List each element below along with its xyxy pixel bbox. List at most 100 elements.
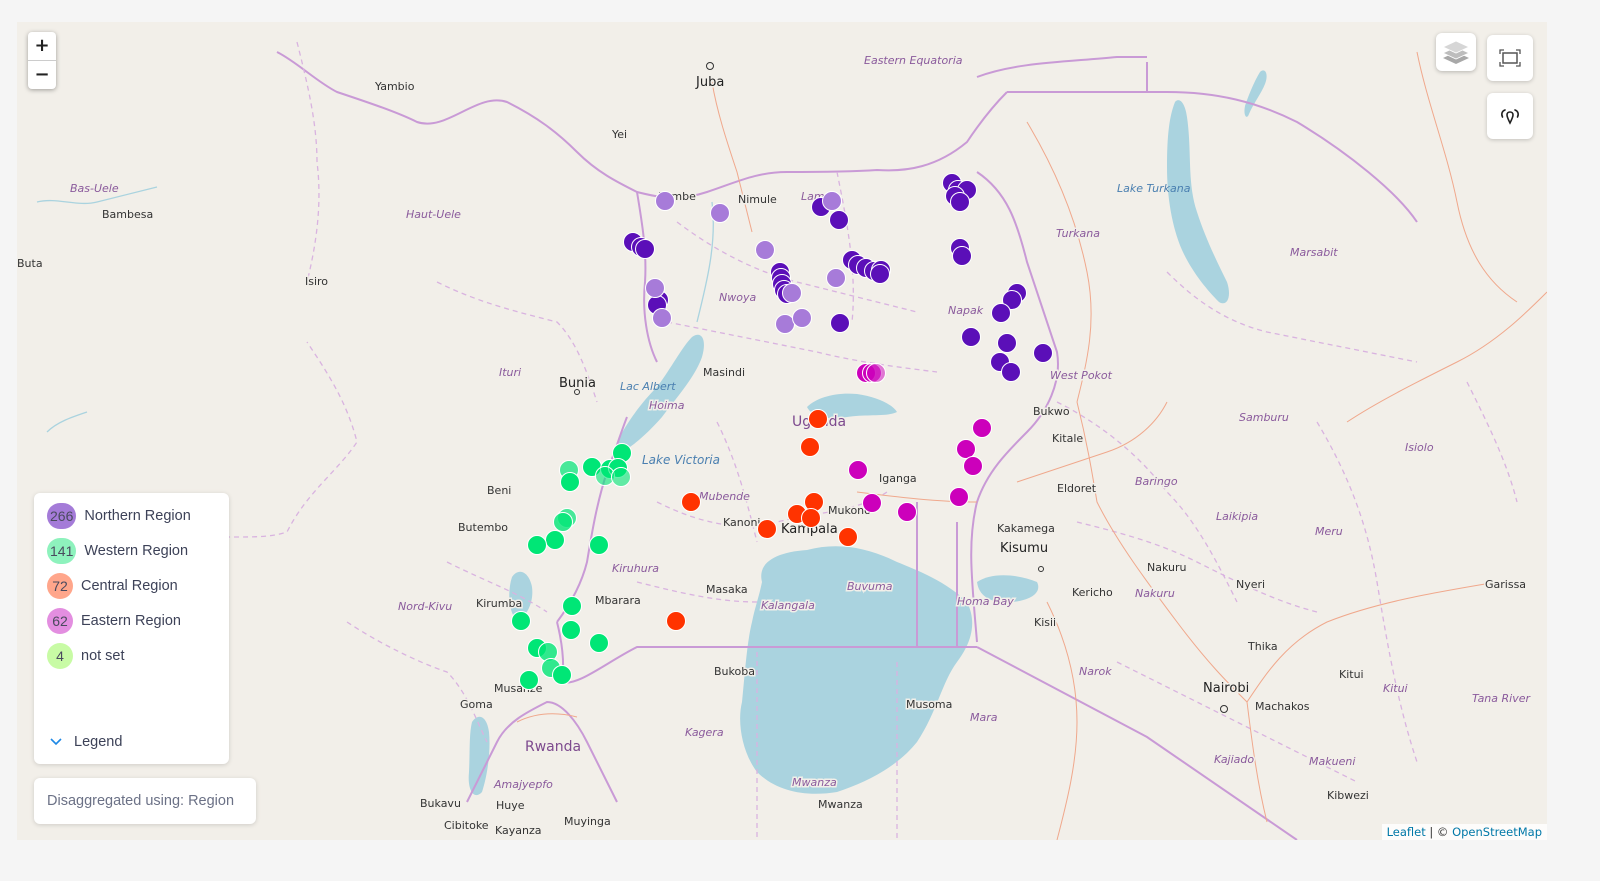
data-marker-northern[interactable] [952, 246, 972, 266]
place-label: Butembo [458, 521, 508, 534]
water-labels: Lake Turkana Lac Albert Lake Victoria [620, 182, 1191, 467]
region-label: Samburu [1239, 411, 1289, 424]
place-label: Iganga [879, 472, 917, 485]
city-label: Juba [695, 75, 724, 90]
data-marker-western[interactable] [561, 620, 581, 640]
region-label: Meru [1315, 525, 1343, 538]
place-label: Nakuru [1147, 561, 1186, 574]
region-label: Ituri [499, 366, 521, 379]
data-marker-northern[interactable] [830, 313, 850, 333]
data-marker-northern[interactable] [1001, 362, 1021, 382]
place-label: Kitui [1339, 668, 1364, 681]
data-marker-northern[interactable] [655, 191, 675, 211]
data-marker-eastern[interactable] [866, 363, 886, 383]
data-marker-central[interactable] [681, 492, 701, 512]
legend-label: Western Region [84, 543, 189, 559]
layers-button[interactable] [1436, 33, 1476, 71]
data-marker-eastern[interactable] [862, 493, 882, 513]
data-marker-northern[interactable] [755, 240, 775, 260]
data-marker-eastern[interactable] [897, 502, 917, 522]
data-marker-northern[interactable] [782, 283, 802, 303]
legend-toggle[interactable]: Legend [50, 734, 122, 750]
data-marker-northern[interactable] [1033, 343, 1053, 363]
data-marker-northern[interactable] [829, 210, 849, 230]
data-marker-central[interactable] [808, 409, 828, 429]
chevron-down-icon [50, 738, 62, 746]
fullscreen-button[interactable] [1487, 35, 1533, 81]
data-marker-northern[interactable] [792, 308, 812, 328]
place-label: Kayanza [495, 824, 542, 837]
zoom-in-button[interactable]: + [28, 32, 56, 60]
data-marker-eastern[interactable] [963, 456, 983, 476]
data-marker-western[interactable] [552, 665, 572, 685]
legend-item-central[interactable]: 72 Central Region [47, 573, 178, 599]
legend-count-badge: 62 [47, 608, 73, 634]
data-marker-western[interactable] [553, 512, 573, 532]
data-marker-northern[interactable] [991, 303, 1011, 323]
lake-chew-bahir [1244, 70, 1267, 117]
legend-label: not set [81, 648, 125, 664]
data-marker-central[interactable] [666, 611, 686, 631]
openstreetmap-link[interactable]: OpenStreetMap [1452, 825, 1542, 839]
region-label: Amajyepfo [493, 778, 553, 791]
data-marker-western[interactable] [611, 467, 631, 487]
data-marker-northern[interactable] [822, 191, 842, 211]
layers-icon [1442, 40, 1470, 64]
data-marker-northern[interactable] [635, 239, 655, 259]
data-marker-northern[interactable] [652, 308, 672, 328]
region-label: Turkana [1056, 227, 1100, 240]
region-label: Kalangala [761, 599, 815, 612]
place-label: Kakamega [997, 522, 1055, 535]
legend-item-northern[interactable]: 266 Northern Region [47, 503, 191, 529]
place-label: Bukwo [1033, 405, 1070, 418]
region-label: Mwanza [792, 776, 837, 789]
data-marker-central[interactable] [838, 527, 858, 547]
data-marker-northern[interactable] [961, 327, 981, 347]
lake-turkana [1167, 100, 1230, 304]
map-pin-icon [1501, 109, 1519, 125]
data-marker-western[interactable] [589, 633, 609, 653]
legend-label: Northern Region [84, 508, 191, 524]
fullscreen-icon [1499, 49, 1521, 67]
region-label: Isiolo [1405, 441, 1434, 454]
data-marker-western[interactable] [545, 530, 565, 550]
data-marker-eastern[interactable] [972, 418, 992, 438]
legend-item-western[interactable]: 141 Western Region [47, 538, 188, 564]
data-marker-northern[interactable] [645, 278, 665, 298]
region-label: Mubende [699, 490, 750, 503]
place-label: Bukoba [714, 665, 755, 678]
place-label: Kericho [1072, 586, 1113, 599]
data-marker-eastern[interactable] [949, 487, 969, 507]
data-marker-northern[interactable] [710, 203, 730, 223]
legend-toggle-label: Legend [74, 734, 123, 750]
data-marker-western[interactable] [562, 596, 582, 616]
data-marker-northern[interactable] [775, 314, 795, 334]
map-container[interactable]: Eastern Equatoria Bas-Uele Haut-Uele Itu… [17, 22, 1547, 840]
region-label: Napak [948, 304, 984, 317]
data-marker-northern[interactable] [826, 268, 846, 288]
data-marker-western[interactable] [560, 472, 580, 492]
legend-item-not-set[interactable]: 4 not set [47, 643, 125, 669]
data-marker-western[interactable] [527, 535, 547, 555]
legend-item-eastern[interactable]: 62 Eastern Region [47, 608, 181, 634]
region-label: Homa Bay [957, 595, 1014, 608]
leaflet-link[interactable]: Leaflet [1387, 825, 1426, 839]
region-label: Makueni [1309, 755, 1355, 768]
data-marker-northern[interactable] [950, 192, 970, 212]
zoom-out-button[interactable]: − [28, 60, 56, 89]
region-label: Mara [970, 711, 998, 724]
data-marker-eastern[interactable] [848, 460, 868, 480]
data-marker-western[interactable] [589, 535, 609, 555]
region-label: Hoima [649, 399, 685, 412]
data-marker-western[interactable] [511, 611, 531, 631]
data-marker-northern[interactable] [997, 333, 1017, 353]
data-marker-western[interactable] [519, 670, 539, 690]
data-marker-eastern[interactable] [956, 439, 976, 459]
data-marker-central[interactable] [757, 519, 777, 539]
data-marker-central[interactable] [800, 437, 820, 457]
locate-button[interactable] [1487, 93, 1533, 139]
map-tiles[interactable]: Eastern Equatoria Bas-Uele Haut-Uele Itu… [17, 22, 1547, 840]
region-label: Kitui [1383, 682, 1408, 695]
data-marker-northern[interactable] [870, 264, 890, 284]
data-marker-central[interactable] [801, 508, 821, 528]
